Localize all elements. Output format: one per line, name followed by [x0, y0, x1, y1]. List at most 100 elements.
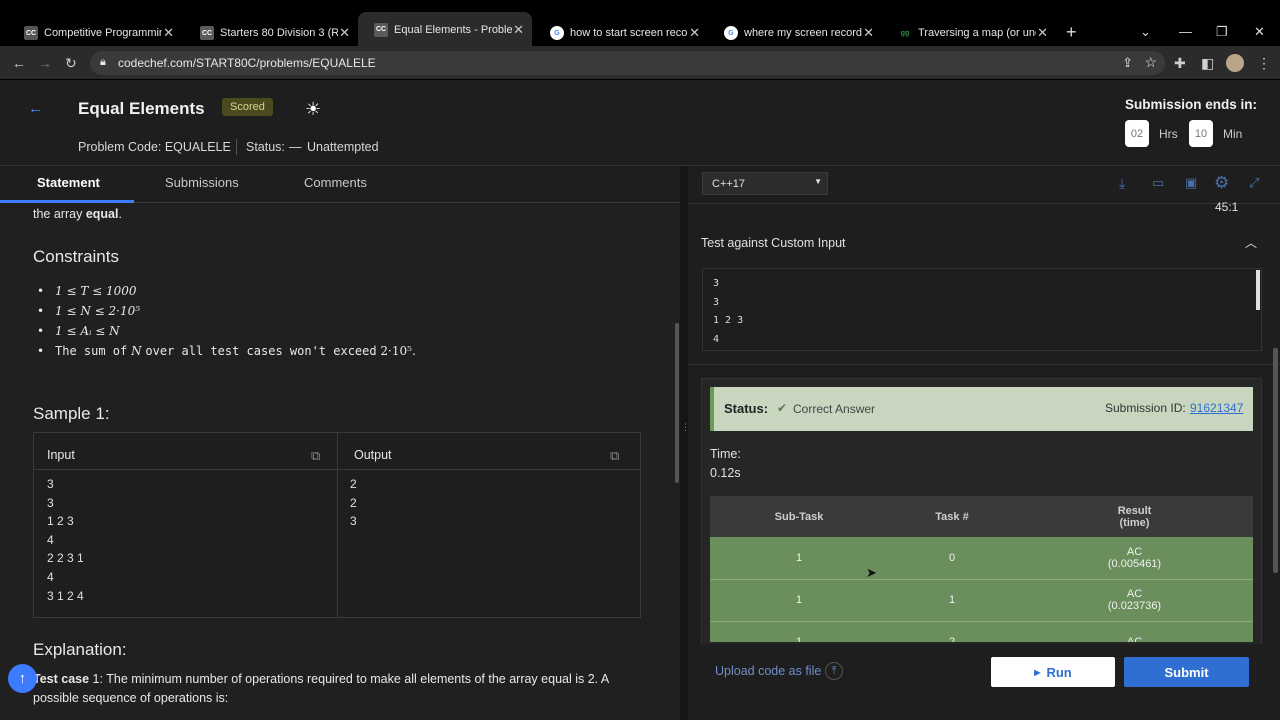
- close-tab-icon[interactable]: ✕: [863, 25, 874, 41]
- statement-scrollbar[interactable]: [675, 323, 679, 483]
- codechef-favicon-icon: CC: [24, 26, 38, 40]
- settings-gear-icon[interactable]: ⚙: [1214, 173, 1229, 193]
- upload-code-link[interactable]: Upload code as file: [715, 664, 821, 678]
- tab-title: where my screen record st: [744, 27, 862, 39]
- browser-tab[interactable]: CC Competitive Programming ✕: [8, 19, 182, 47]
- custom-input-scrollbar[interactable]: [1256, 270, 1260, 310]
- language-select[interactable]: C++17 ▼: [702, 172, 828, 195]
- explanation-heading: Explanation:: [33, 640, 127, 659]
- address-bar[interactable]: 🔒︎ codechef.com/START80C/problems/EQUALE…: [90, 51, 1165, 75]
- codechef-favicon-icon: CC: [200, 26, 214, 40]
- header-divider: [236, 139, 237, 155]
- extensions-puzzle-icon[interactable]: ✚: [1174, 55, 1186, 72]
- tab-title: Starters 80 Division 3 (Rate: [220, 27, 338, 39]
- bookmark-star-icon[interactable]: ☆: [1144, 54, 1157, 71]
- upload-icon[interactable]: ⤒: [825, 662, 843, 680]
- tab-comments[interactable]: Comments: [304, 175, 367, 190]
- side-panel-icon[interactable]: ◧: [1201, 55, 1214, 72]
- close-tab-icon[interactable]: ✕: [689, 25, 700, 41]
- sample-column-divider: [337, 433, 338, 617]
- editor-top-divider: [688, 203, 1280, 204]
- custom-input-title: Test against Custom Input: [701, 236, 846, 250]
- problem-code: Problem Code: EQUALELE: [78, 140, 231, 154]
- download-icon[interactable]: ⤓: [1119, 175, 1125, 192]
- input-line: 3: [47, 495, 54, 510]
- timer-minutes: 10: [1189, 120, 1213, 147]
- task-cell: 2: [888, 621, 1016, 642]
- subtask-cell: 1: [710, 579, 888, 622]
- pane-resize-handle[interactable]: ⋮⋮: [680, 166, 698, 720]
- tab-title: Equal Elements - Problems: [394, 23, 512, 36]
- input-line: 3 1 2 4: [47, 588, 84, 603]
- profile-avatar[interactable]: [1226, 54, 1244, 72]
- tab-submissions[interactable]: Submissions: [165, 175, 239, 190]
- back-arrow-icon[interactable]: ←: [28, 100, 43, 117]
- scroll-to-top-button[interactable]: ↑: [8, 664, 37, 693]
- compare-icon[interactable]: ▭: [1152, 175, 1164, 191]
- result-status-value: Correct Answer: [793, 402, 876, 416]
- browser-tab-active[interactable]: CC Equal Elements - Problems ✕: [358, 12, 532, 47]
- exec-time: (0.023736): [1107, 600, 1162, 612]
- maximize-icon[interactable]: ❐: [1216, 24, 1228, 40]
- time-label: Time:: [710, 447, 741, 461]
- status-label: Status:: [246, 140, 285, 154]
- tab-title: Traversing a map (or unord: [918, 27, 1036, 39]
- lock-icon: 🔒︎: [100, 56, 106, 68]
- browser-menu-icon[interactable]: ⋮: [1257, 55, 1271, 72]
- close-tab-icon[interactable]: ✕: [163, 25, 174, 41]
- table-row: 1 0 AC (0.005461): [710, 537, 1253, 580]
- copy-output-icon[interactable]: ⧉: [610, 448, 619, 464]
- tab-title: how to start screen recordi: [570, 27, 688, 39]
- custom-input-line: 3: [713, 296, 720, 308]
- share-icon[interactable]: ⇪: [1122, 55, 1133, 71]
- result-top-divider: [688, 364, 1280, 365]
- minimize-icon[interactable]: —: [1179, 24, 1192, 39]
- editor-scrollbar[interactable]: [1273, 348, 1278, 573]
- browser-tab[interactable]: G how to start screen recordi ✕: [534, 19, 708, 47]
- timer-hours-label: Hrs: [1159, 127, 1178, 141]
- close-tab-icon[interactable]: ✕: [1037, 25, 1048, 41]
- browser-tab[interactable]: G where my screen record st ✕: [708, 19, 882, 47]
- sample-heading: Sample 1:: [33, 404, 110, 423]
- new-tab-icon[interactable]: +: [1066, 22, 1077, 43]
- close-window-icon[interactable]: ✕: [1254, 24, 1265, 40]
- explanation-text-2: possible sequence of operations is:: [33, 691, 229, 705]
- codechef-favicon-icon: CC: [374, 22, 388, 37]
- verdict: AC: [1126, 636, 1143, 642]
- input-line: 4: [47, 532, 54, 547]
- browser-tab[interactable]: gg Traversing a map (or unord ✕: [882, 19, 1056, 47]
- forward-arrow-icon[interactable]: →: [38, 55, 52, 71]
- close-tab-icon[interactable]: ✕: [339, 25, 350, 41]
- browser-tab-strip: CC Competitive Programming ✕ CC Starters…: [0, 0, 1280, 47]
- tab-search-chevron-icon[interactable]: ⌄: [1140, 24, 1151, 40]
- fullscreen-icon[interactable]: ⤢: [1249, 175, 1259, 191]
- output-line: 2: [350, 477, 357, 491]
- table-row: 1 1 AC (0.023736): [710, 579, 1253, 622]
- custom-input-line: 3: [713, 278, 720, 289]
- submit-button[interactable]: Submit: [1124, 657, 1249, 687]
- back-arrow-icon[interactable]: ←: [12, 55, 26, 71]
- result-status-label: Status:: [724, 401, 769, 416]
- browser-tab[interactable]: CC Starters 80 Division 3 (Rate ✕: [184, 19, 358, 47]
- output-line: 3: [350, 514, 357, 529]
- copy-input-icon[interactable]: ⧉: [311, 448, 320, 464]
- close-tab-icon[interactable]: ✕: [513, 22, 524, 38]
- scored-badge: Scored: [222, 98, 273, 116]
- cursor-position: 45:1: [1215, 200, 1239, 214]
- input-line: 3: [47, 477, 54, 491]
- constraint-item: The sum of N over all test cases won't e…: [37, 344, 416, 358]
- tab-statement[interactable]: Statement: [37, 175, 100, 190]
- run-button[interactable]: ▶ Run: [991, 657, 1115, 687]
- custom-input-field[interactable]: 3 3 1 2 3 4: [702, 268, 1262, 351]
- timer-hours: 02: [1125, 120, 1149, 147]
- save-icon[interactable]: ▣: [1185, 175, 1197, 191]
- submission-id-link[interactable]: 91621347: [1190, 401, 1243, 415]
- theme-sun-icon[interactable]: ☀: [305, 99, 321, 120]
- reload-icon[interactable]: ↻: [65, 55, 77, 72]
- dropdown-arrow-icon: ▼: [814, 177, 822, 186]
- constraint-item: 1 ≤ N ≤ 2·10⁵: [37, 304, 416, 318]
- explanation-text: Test case 1: The minimum number of opera…: [33, 672, 609, 686]
- sample-input-lines: 3 3 1 2 3 4 2 2 3 1 4 3 1 2 4: [47, 477, 84, 607]
- constraint-item: 1 ≤ Aᵢ ≤ N: [37, 324, 416, 338]
- collapse-chevron-icon[interactable]: ︿: [1245, 234, 1257, 251]
